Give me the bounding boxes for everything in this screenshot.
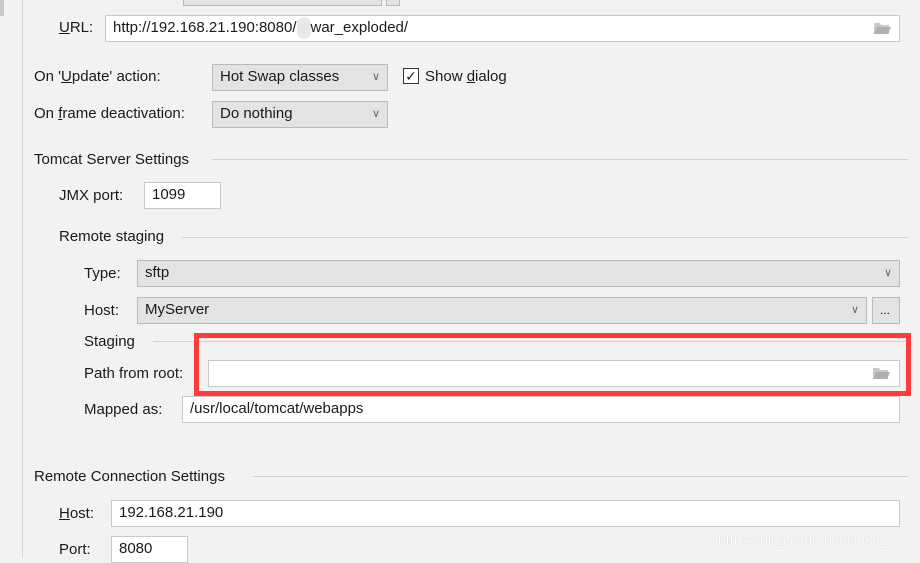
type-select[interactable]: sftp ∨	[137, 260, 900, 287]
connection-host-label: Host:	[59, 505, 95, 522]
chevron-down-icon: ∨	[371, 71, 380, 83]
partial-button[interactable]	[183, 0, 382, 6]
type-label: Type:	[84, 265, 121, 282]
divider	[182, 237, 908, 238]
mapped-as-label: Mapped as:	[84, 401, 163, 418]
chevron-down-icon: ∨	[371, 108, 380, 120]
update-action-label: On 'Update' action:	[34, 68, 161, 85]
mapped-as-input[interactable]: /usr/local/tomcat/webapps	[182, 396, 900, 423]
folder-icon[interactable]	[874, 22, 891, 34]
show-dialog-checkbox[interactable]: ✓	[403, 68, 419, 84]
highlight-box	[194, 333, 911, 396]
host-browse-button[interactable]: ...	[872, 297, 900, 324]
port-label: Port:	[59, 541, 91, 558]
connection-host-input[interactable]: 192.168.21.190	[111, 500, 900, 527]
frame-deactivation-select[interactable]: Do nothing ∨	[212, 101, 388, 128]
left-border	[22, 0, 23, 558]
divider	[212, 159, 908, 160]
staging-host-label: Host:	[84, 302, 120, 319]
url-input[interactable]: http://192.168.21.190:8080/war_exploded/	[105, 15, 900, 42]
path-from-root-label: Path from root:	[84, 365, 184, 382]
show-dialog-label[interactable]: Show dialog	[425, 68, 507, 86]
remote-staging-title: Remote staging	[59, 228, 165, 245]
watermark: https://blog.csdn.net/sinse_	[718, 532, 888, 548]
frame-deactivation-label: On frame deactivation:	[34, 105, 185, 122]
staging-title: Staging	[84, 333, 135, 350]
jmx-port-input[interactable]: 1099	[144, 182, 221, 209]
scrollbar[interactable]	[0, 0, 4, 16]
port-input[interactable]: 8080	[111, 536, 188, 563]
chevron-down-icon: ∨	[850, 304, 859, 316]
update-action-select[interactable]: Hot Swap classes ∨	[212, 64, 388, 91]
chevron-down-icon: ∨	[883, 267, 892, 279]
url-label: URL:	[59, 19, 94, 36]
staging-host-select[interactable]: MyServer ∨	[137, 297, 867, 324]
jmx-port-label: JMX port:	[59, 187, 124, 204]
tomcat-settings-title: Tomcat Server Settings	[34, 151, 190, 168]
remote-connection-title: Remote Connection Settings	[34, 468, 225, 485]
partial-button-small[interactable]	[386, 0, 400, 6]
divider	[253, 476, 908, 477]
